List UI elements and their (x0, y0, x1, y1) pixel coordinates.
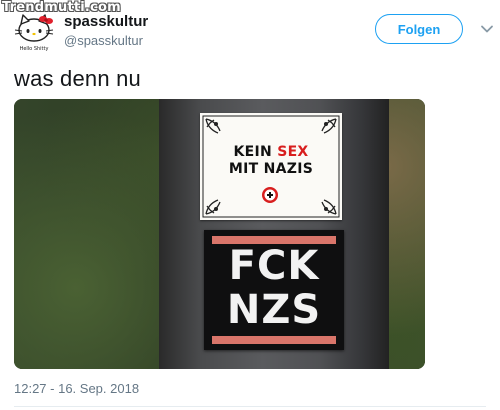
tweet-media-photo[interactable]: KEIN SEX MIT NAZIS FCK NZS (14, 99, 425, 369)
hello-kitty-avatar-icon: Hello Shitty (14, 14, 54, 52)
antifa-emblem-icon (262, 187, 278, 203)
display-name[interactable]: spasskultur (64, 13, 148, 30)
tweet-text: was denn nu (14, 66, 141, 91)
sticker-text-nzs: NZS (226, 287, 322, 333)
sticker-stripe-bottom (212, 336, 336, 344)
divider (14, 406, 486, 407)
sticker-line-mit-nazis: MIT NAZIS (228, 161, 314, 177)
user-handle[interactable]: @spasskultur (64, 33, 143, 48)
follow-button-label: Folgen (397, 21, 441, 37)
chevron-down-icon[interactable] (480, 22, 494, 36)
avatar-caption: Hello Shitty (20, 46, 49, 52)
avatar[interactable]: Hello Shitty (12, 12, 56, 52)
tweet-timestamp[interactable]: 12:27 - 16. Sep. 2018 (14, 381, 139, 396)
sticker-kein-sex-mit-nazis: KEIN SEX MIT NAZIS (200, 113, 342, 220)
sticker-text-fck: FCK (228, 243, 320, 289)
follow-button[interactable]: Folgen (375, 14, 463, 44)
watermark: Trendmutti.com (2, 0, 121, 15)
sticker-fck-nzs: FCK NZS (204, 230, 344, 350)
sticker-line-kein-sex: KEIN SEX (233, 144, 309, 160)
